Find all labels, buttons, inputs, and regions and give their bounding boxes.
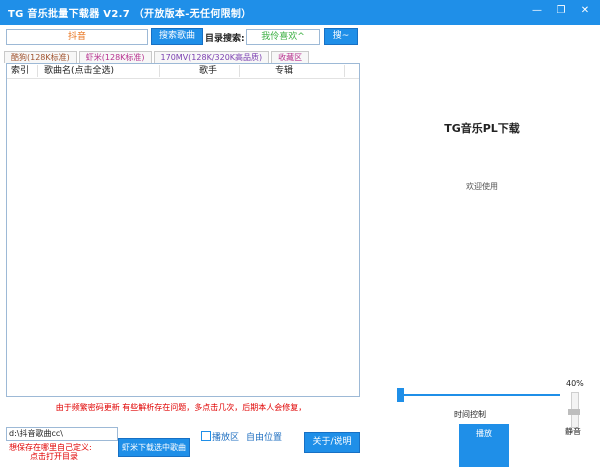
song-list-header: 索引 歌曲名(点击全选) 歌手 专辑 <box>7 64 359 79</box>
open-directory-link[interactable]: 点击打开目录 <box>30 452 78 461</box>
time-control-label: 时间控制 <box>454 410 486 419</box>
close-button[interactable]: ✕ <box>578 3 592 19</box>
save-path-hint: 想保存在哪里自己定义: <box>9 443 92 452</box>
col-separator <box>37 65 38 77</box>
welcome-text: 欢迎使用 <box>466 182 498 191</box>
keyword-input[interactable]: 抖音 <box>6 29 148 45</box>
xiami-download-button[interactable]: 虾米下载选中歌曲 <box>118 438 190 457</box>
restore-button[interactable]: ❐ <box>554 3 568 19</box>
tab-favorites[interactable]: 收藏区 <box>271 51 310 63</box>
play-area-checkbox[interactable] <box>201 431 211 441</box>
tab-kugou[interactable]: 酷狗(128K标准) <box>4 51 77 63</box>
minimize-button[interactable]: — <box>530 3 544 19</box>
col-index[interactable]: 索引 <box>11 64 29 78</box>
col-singer[interactable]: 歌手 <box>199 64 217 78</box>
save-path-input[interactable]: d:\抖音歌曲cc\ <box>6 427 118 441</box>
window-controls: — ❐ ✕ <box>530 3 592 19</box>
source-tabs: 酷狗(128K标准) 虾米(128K标准) 170MV(128K/320K高品质… <box>4 51 311 63</box>
player-title: TG音乐PL下载 <box>444 122 520 135</box>
about-button[interactable]: 关于/说明 <box>304 432 360 453</box>
col-separator <box>344 65 345 77</box>
song-list[interactable]: 索引 歌曲名(点击全选) 歌手 专辑 <box>6 63 360 397</box>
search-song-button[interactable]: 搜索歌曲 <box>151 28 203 45</box>
progress-slider-thumb[interactable] <box>397 388 404 402</box>
col-separator <box>159 65 160 77</box>
col-song-name[interactable]: 歌曲名(点击全选) <box>44 64 114 78</box>
tab-170mv[interactable]: 170MV(128K/320K高品质) <box>153 51 270 63</box>
play-area-label: 播放区 <box>212 433 240 443</box>
directory-search-label: 目录搜索: <box>205 34 245 44</box>
volume-slider-knob[interactable] <box>568 408 580 415</box>
free-position-label: 自由位置 <box>246 433 283 443</box>
play-button[interactable]: 播放 <box>459 424 509 467</box>
col-separator <box>239 65 240 77</box>
directory-search-button[interactable]: 搜~ <box>324 28 358 45</box>
tab-xiami[interactable]: 虾米(128K标准) <box>78 51 152 63</box>
col-album[interactable]: 专辑 <box>275 64 293 78</box>
mute-label[interactable]: 静音 <box>565 426 581 437</box>
directory-search-input[interactable]: 我伶喜欢^ <box>246 29 320 45</box>
progress-slider-track[interactable] <box>400 394 560 396</box>
title-bar: TG 音乐批量下载器 V2.7 （开放版本-无任何限制） — ❐ ✕ <box>0 0 600 25</box>
volume-percent: 40% <box>566 379 584 388</box>
notice-text: 由于频繁密码更新 有些解析存在问题，多点击几次，后期本人会修复， <box>55 403 307 412</box>
window-title: TG 音乐批量下载器 V2.7 （开放版本-无任何限制） <box>8 9 252 20</box>
